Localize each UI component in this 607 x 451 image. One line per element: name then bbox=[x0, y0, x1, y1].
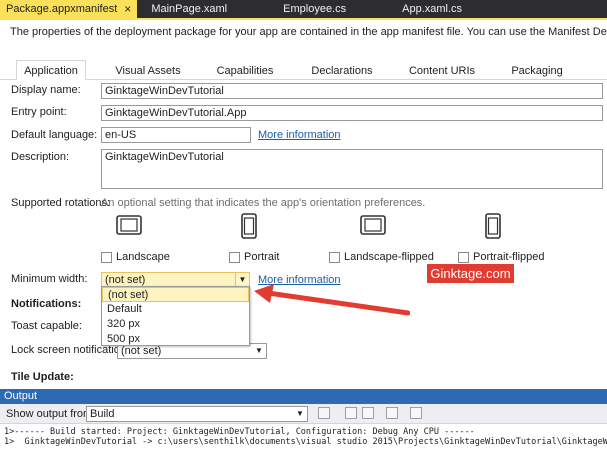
portrait-flipped-label: Portrait-flipped bbox=[473, 251, 545, 263]
tab-application[interactable]: Application bbox=[16, 60, 86, 81]
tab-label: Packaging bbox=[511, 64, 563, 77]
output-pane-title: Output bbox=[0, 389, 607, 404]
clear-all-icon[interactable] bbox=[386, 407, 398, 419]
previous-message-icon[interactable] bbox=[345, 407, 357, 419]
portrait-flipped-icon bbox=[485, 213, 501, 239]
tab-label: Application bbox=[24, 64, 78, 77]
notifications-heading: Notifications: bbox=[11, 298, 82, 310]
description-label: Description: bbox=[11, 151, 70, 163]
option-320px[interactable]: 320 px bbox=[102, 317, 249, 332]
option-500px[interactable]: 500 px bbox=[102, 332, 249, 347]
manifest-intro-text: The properties of the deployment package… bbox=[10, 26, 607, 38]
portrait-icon bbox=[241, 213, 257, 239]
default-language-label: Default language: bbox=[11, 129, 98, 141]
minimum-width-options-list: (not set) Default 320 px 500 px bbox=[101, 286, 250, 346]
supported-rotations-hint: An optional setting that indicates the a… bbox=[101, 197, 426, 209]
tab-capabilities[interactable]: Capabilities bbox=[213, 60, 277, 81]
tab-declarations[interactable]: Declarations bbox=[310, 60, 374, 81]
find-message-icon[interactable] bbox=[318, 407, 330, 419]
doc-tab-employee-cs[interactable]: Employee.cs bbox=[277, 0, 352, 18]
chevron-down-icon[interactable]: ▼ bbox=[235, 273, 249, 287]
output-source-dropdown[interactable]: Build ▼ bbox=[86, 406, 308, 422]
word-wrap-icon[interactable] bbox=[410, 407, 422, 419]
tab-packaging[interactable]: Packaging bbox=[509, 60, 565, 81]
output-source-value: Build bbox=[90, 408, 115, 420]
chevron-down-icon[interactable]: ▼ bbox=[252, 344, 266, 358]
doc-tab-mainpage-xaml[interactable]: MainPage.xaml bbox=[145, 0, 233, 18]
pointer-arrow-icon bbox=[254, 284, 410, 316]
entry-point-label: Entry point: bbox=[11, 106, 67, 118]
minimum-width-label: Minimum width: bbox=[11, 273, 88, 285]
supported-rotations-label: Supported rotations: bbox=[11, 197, 111, 209]
tab-label: Declarations bbox=[311, 64, 373, 77]
display-name-field[interactable]: GinktageWinDevTutorial bbox=[101, 83, 603, 99]
display-name-label: Display name: bbox=[11, 84, 81, 96]
landscape-flipped-label: Landscape-flipped bbox=[344, 251, 434, 263]
tab-label: Content URIs bbox=[408, 64, 476, 77]
portrait-flipped-checkbox[interactable] bbox=[458, 252, 469, 263]
tile-update-heading: Tile Update: bbox=[11, 371, 74, 383]
tab-visual-assets[interactable]: Visual Assets bbox=[112, 60, 184, 81]
chevron-down-icon[interactable]: ▼ bbox=[293, 407, 307, 421]
next-message-icon[interactable] bbox=[362, 407, 374, 419]
output-toolbar: Show output from: Build ▼ bbox=[0, 404, 607, 424]
application-panel: Display name: GinktageWinDevTutorial Ent… bbox=[0, 80, 607, 388]
tab-label: Visual Assets bbox=[115, 64, 181, 77]
output-text: 1>------ Build started: Project: Ginktag… bbox=[0, 424, 607, 451]
document-tab-strip: Package.appxmanifest × MainPage.xaml Emp… bbox=[0, 0, 607, 20]
doc-tab-label: App.xaml.cs bbox=[402, 3, 463, 15]
minimum-width-value: (not set) bbox=[105, 274, 146, 286]
option-not-set[interactable]: (not set) bbox=[102, 287, 249, 302]
show-output-from-label: Show output from: bbox=[6, 408, 96, 420]
output-line: 1> GinktageWinDevTutorial -> c:\users\se… bbox=[4, 437, 607, 447]
portrait-checkbox[interactable] bbox=[229, 252, 240, 263]
doc-tab-label: Package.appxmanifest bbox=[6, 3, 118, 15]
watermark-badge: Ginktage.com bbox=[427, 264, 514, 283]
landscape-icon bbox=[116, 215, 142, 235]
landscape-flipped-icon bbox=[360, 215, 386, 235]
doc-tab-package-appxmanifest[interactable]: Package.appxmanifest × bbox=[0, 0, 138, 18]
landscape-flipped-checkbox[interactable] bbox=[329, 252, 340, 263]
doc-tab-label: MainPage.xaml bbox=[151, 3, 228, 15]
toast-capable-label: Toast capable: bbox=[11, 320, 82, 332]
close-icon[interactable]: × bbox=[124, 2, 131, 16]
landscape-label: Landscape bbox=[116, 251, 170, 263]
designer-tab-strip: Application Visual Assets Capabilities D… bbox=[0, 60, 607, 81]
default-language-field[interactable]: en-US bbox=[101, 127, 251, 143]
description-field[interactable]: GinktageWinDevTutorial bbox=[101, 149, 603, 189]
doc-tab-label: Employee.cs bbox=[283, 3, 347, 15]
default-language-more-info-link[interactable]: More information bbox=[258, 129, 341, 141]
portrait-label: Portrait bbox=[244, 251, 280, 263]
doc-tab-app-xaml-cs[interactable]: App.xaml.cs bbox=[396, 0, 468, 18]
tab-label: Capabilities bbox=[216, 64, 274, 77]
output-line: 1>------ Build started: Project: Ginktag… bbox=[4, 427, 475, 437]
entry-point-field[interactable]: GinktageWinDevTutorial.App bbox=[101, 105, 603, 121]
option-default[interactable]: Default bbox=[102, 302, 249, 317]
tab-content-uris[interactable]: Content URIs bbox=[408, 60, 476, 81]
landscape-checkbox[interactable] bbox=[101, 252, 112, 263]
